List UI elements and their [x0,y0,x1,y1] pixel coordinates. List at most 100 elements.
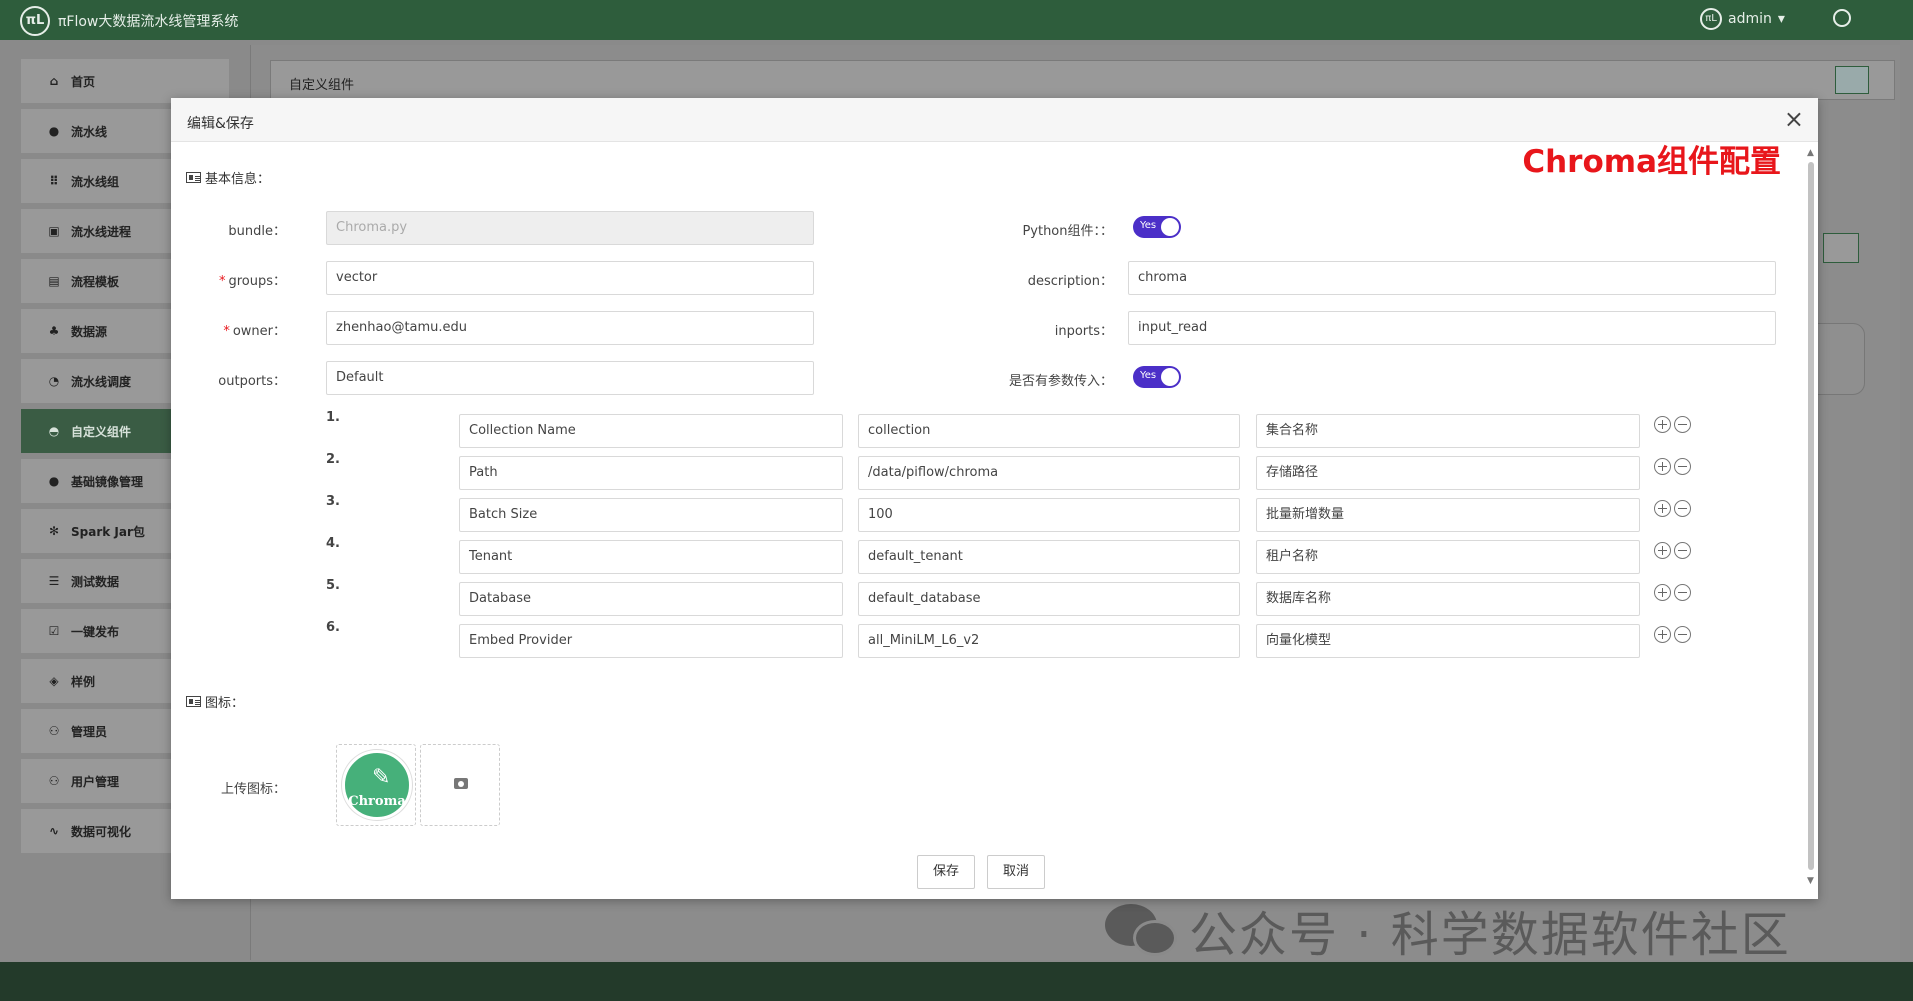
has-params-toggle[interactable]: Yes [1133,366,1181,388]
home-icon: ⌂ [49,74,59,88]
sidebar-item-label: 流水线进程 [71,224,132,239]
camera-icon [454,778,468,789]
param-number: 4. [326,536,340,551]
python-component-toggle[interactable]: Yes [1133,216,1181,238]
description-label: description： [1027,274,1113,289]
owner-field[interactable]: zhenhao@tamu.edu [326,311,814,345]
chroma-logo: ✎ Chroma [342,750,412,820]
sidebar-item-label: 流水线 [71,124,108,139]
param-value-field[interactable]: default_database [858,582,1240,616]
sidebar-item-label: 数据可视化 [71,824,132,839]
param-value-field[interactable]: all_MiniLM_L6_v2 [858,624,1240,658]
param-name-field[interactable]: Batch Size [459,498,843,532]
logo-icon: πL [20,6,50,36]
sidebar-item-label: 首页 [71,74,96,89]
app-title: πFlow大数据流水线管理系统 [58,14,239,30]
add-param-icon[interactable] [1654,542,1671,559]
remove-param-icon[interactable] [1674,626,1691,643]
custom-component-icon: ◓ [48,424,60,438]
sidebar-item-label: 测试数据 [71,574,120,589]
cloud-upload-button[interactable] [1835,66,1869,94]
add-param-icon[interactable] [1654,500,1671,517]
user-avatar-icon: πL [1700,8,1722,30]
param-row-actions [1654,458,1691,475]
sidebar-item-label: 流水线组 [71,174,120,189]
sidebar-item-label: 自定义组件 [71,424,132,439]
add-param-icon[interactable] [1654,584,1671,601]
param-row-actions [1654,584,1691,601]
scroll-down-icon[interactable]: ▼ [1807,876,1814,886]
process-icon: ▣ [48,224,60,238]
watermark-text: 公众号 · 科学数据软件社区 [1189,907,1791,963]
modal-scrollbar[interactable]: ▲ ▼ [1807,148,1815,886]
param-desc-field[interactable]: 集合名称 [1256,414,1640,448]
user-name: admin [1728,11,1772,27]
remove-param-icon[interactable] [1674,584,1691,601]
gear-icon: ✻ [48,524,60,538]
upload-icon-button[interactable] [420,744,500,826]
close-icon[interactable]: × [1784,106,1804,132]
required-mark: * [223,324,230,339]
add-param-icon[interactable] [1654,416,1671,433]
param-desc-field[interactable]: 数据库名称 [1256,582,1640,616]
param-value-field[interactable]: collection [858,414,1240,448]
main-header: 自定义组件 [270,60,1895,100]
sidebar-item-label: 用户管理 [71,774,120,789]
sidebar-item-label: 流水线调度 [71,374,132,389]
cancel-button[interactable]: 取消 [987,855,1045,889]
param-value-field[interactable]: 100 [858,498,1240,532]
param-number: 2. [326,452,340,467]
groups-field[interactable]: vector [326,261,814,295]
has-params-label: 是否有参数传入： [1008,374,1113,389]
param-value-field[interactable]: /data/piflow/chroma [858,456,1240,490]
schedule-icon: ◔ [48,374,60,388]
param-desc-field[interactable]: 批量新增数量 [1256,498,1640,532]
remove-param-icon[interactable] [1674,416,1691,433]
chroma-logo-text: Chroma [348,794,406,809]
sidebar-item-label: 样例 [71,674,96,689]
param-name-field[interactable]: Embed Provider [459,624,843,658]
scroll-up-icon[interactable]: ▲ [1807,148,1814,158]
checkbox-icon: ☑ [48,624,60,638]
chevron-down-icon: ▾ [1777,11,1785,27]
param-name-field[interactable]: Path [459,456,843,490]
remove-param-icon[interactable] [1674,458,1691,475]
scroll-thumb[interactable] [1808,162,1814,870]
user-menu[interactable]: πL admin ▾ [1700,8,1785,30]
id-card-icon [186,172,201,183]
annotation-title: Chroma组件配置 [1522,144,1781,180]
grid-icon: ⠿ [49,174,59,188]
wechat-icon [1105,904,1177,956]
outports-label: outports： [218,374,286,389]
add-param-icon[interactable] [1654,458,1671,475]
sidebar-item-label: 基础镜像管理 [71,474,144,489]
remove-param-icon[interactable] [1674,542,1691,559]
param-desc-field[interactable]: 向量化模型 [1256,624,1640,658]
param-desc-field[interactable]: 存储路径 [1256,456,1640,490]
param-value-field[interactable]: default_tenant [858,540,1240,574]
param-name-field[interactable]: Tenant [459,540,843,574]
inports-field[interactable]: input_read [1128,311,1776,345]
param-name-field[interactable]: Database [459,582,843,616]
users-icon: ⚇ [48,774,60,788]
add-param-icon[interactable] [1654,626,1671,643]
globe-icon[interactable] [1833,9,1851,27]
remove-param-icon[interactable] [1674,500,1691,517]
top-bar: πL πFlow大数据流水线管理系统 πL admin ▾ [0,0,1913,40]
param-name-field[interactable]: Collection Name [459,414,843,448]
param-desc-field[interactable]: 租户名称 [1256,540,1640,574]
required-mark: * [218,274,226,289]
description-field[interactable]: chroma [1128,261,1776,295]
save-button[interactable]: 保存 [917,855,975,889]
icon-section: 图标： [186,692,244,711]
icon-section-label: 图标： [205,696,245,711]
param-number: 5. [326,578,340,593]
outports-field[interactable]: Default [326,361,814,395]
sidebar-item-label: 数据源 [71,324,108,339]
datasource-icon: ♣ [48,324,60,338]
pulse-icon: ∿ [48,824,60,838]
bundle-field: Chroma.py [326,211,814,245]
icon-preview[interactable]: ✎ Chroma [336,744,416,826]
watermark: 公众号 · 科学数据软件社区 [1105,895,1791,965]
delete-button[interactable] [1823,233,1859,263]
